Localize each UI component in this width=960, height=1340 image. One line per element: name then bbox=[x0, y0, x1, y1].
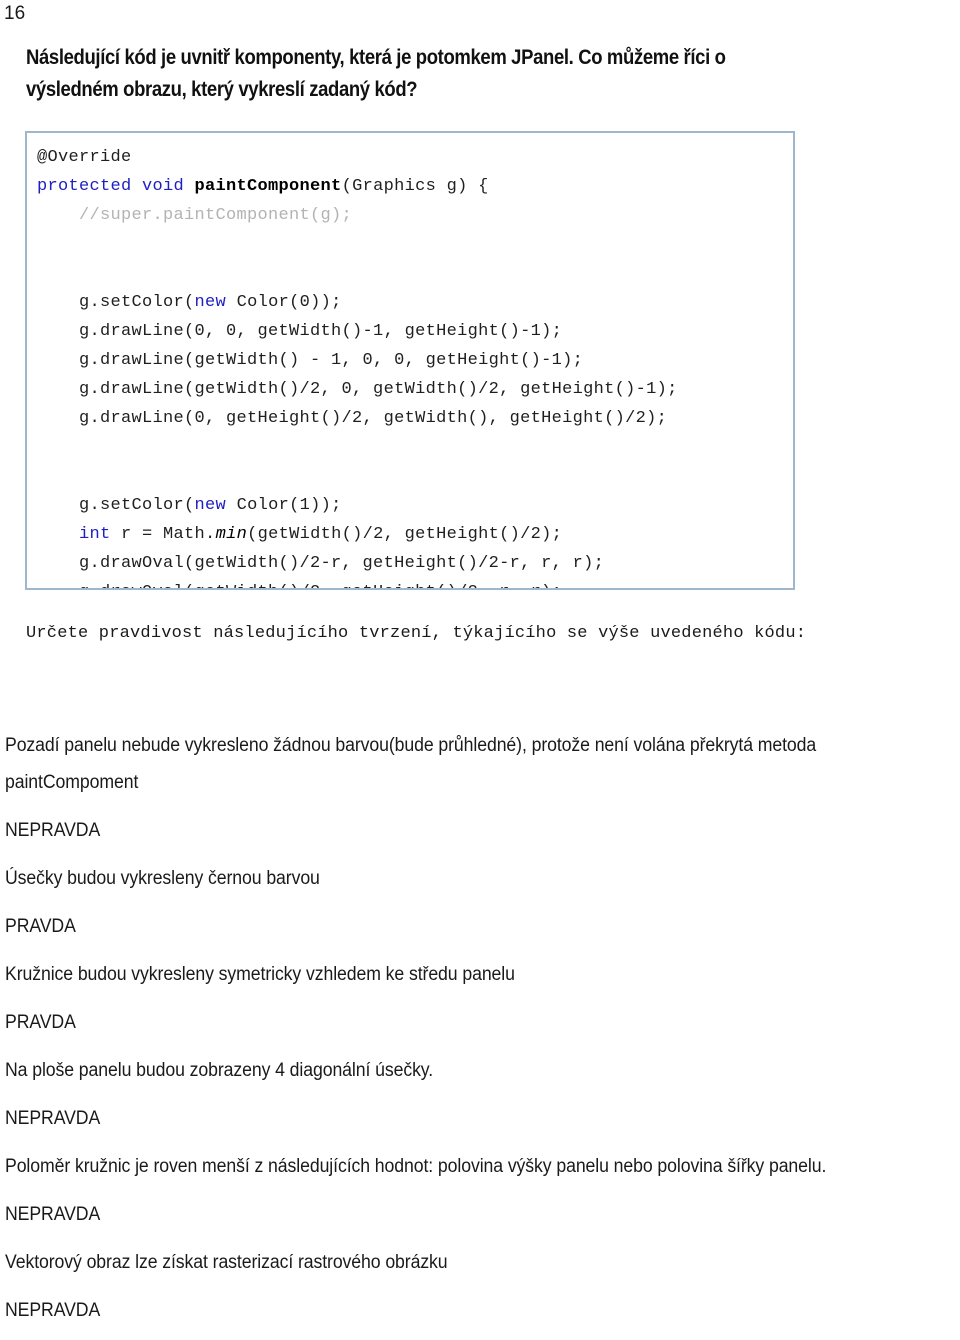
code-line: g.drawLine(getWidth()/2, 0, getWidth()/2… bbox=[37, 375, 793, 404]
code-token: //super.paintComponent(g); bbox=[79, 206, 353, 225]
question-heading: Následující kód je uvnitř komponenty, kt… bbox=[26, 46, 726, 101]
code-token: int bbox=[79, 525, 111, 544]
code-line: protected void paintComponent(Graphics g… bbox=[37, 172, 793, 201]
code-token: g.drawLine(getWidth()/2, 0, getWidth()/2… bbox=[79, 380, 678, 399]
statement-list: Pozadí panelu nebude vykresleno žádnou b… bbox=[5, 727, 955, 1340]
code-token: Color(1)); bbox=[226, 496, 342, 515]
code-token: g.setColor( bbox=[79, 293, 195, 312]
code-line: g.setColor(new Color(0)); bbox=[37, 288, 793, 317]
code-token: g.drawLine(0, 0, getWidth()-1, getHeight… bbox=[79, 322, 563, 341]
code-token: g.drawOval(getWidth()/2-r, getHeight()/2… bbox=[79, 554, 605, 573]
statement-text: Vektorový obraz lze získat rasterizací r… bbox=[5, 1252, 448, 1273]
code-token: @Override bbox=[37, 148, 132, 167]
statement-text: Úsečky budou vykresleny černou barvou bbox=[5, 868, 320, 889]
code-line: g.drawOval(getWidth()/2-r, getHeight()/2… bbox=[37, 549, 793, 578]
statement-text: Poloměr kružnic je roven menší z následu… bbox=[5, 1156, 827, 1177]
code-token: paintComponent bbox=[194, 177, 342, 196]
code-block: @Override protected void paintComponent(G… bbox=[25, 131, 795, 590]
code-token: g.drawOval(getWidth()/2, getHeight()/2, … bbox=[79, 583, 562, 588]
code-token: (Graphics g) { bbox=[341, 177, 489, 196]
code-line: g.drawLine(0, 0, getWidth()-1, getHeight… bbox=[37, 317, 793, 346]
page-number: 16 bbox=[4, 3, 26, 24]
statement-answer: PRAVDA bbox=[5, 916, 76, 937]
code-token: g.drawLine(0, getHeight()/2, getWidth(),… bbox=[79, 409, 668, 428]
code-token: Color(0)); bbox=[226, 293, 342, 312]
code-listing: @Override protected void paintComponent(G… bbox=[27, 143, 793, 588]
code-line: //super.paintComponent(g); bbox=[37, 201, 793, 230]
statement-text: Pozadí panelu nebude vykresleno žádnou b… bbox=[5, 735, 817, 793]
code-token: min bbox=[215, 525, 248, 544]
code-token: (getWidth()/2, getHeight()/2); bbox=[247, 525, 563, 544]
code-token: new bbox=[194, 496, 227, 515]
statement-answer: NEPRAVDA bbox=[5, 1108, 101, 1129]
code-line: int r = Math.min(getWidth()/2, getHeight… bbox=[37, 520, 793, 549]
code-token: new bbox=[194, 293, 227, 312]
code-token: g.drawLine(getWidth() - 1, 0, 0, getHeig… bbox=[79, 351, 584, 370]
code-line: g.drawLine(getWidth() - 1, 0, 0, getHeig… bbox=[37, 346, 793, 375]
instruction-text: Určete pravdivost následujícího tvrzení,… bbox=[26, 624, 807, 643]
code-token: g.setColor( bbox=[79, 496, 195, 515]
statement-answer: PRAVDA bbox=[5, 1012, 76, 1033]
code-line: g.setColor(new Color(1)); bbox=[37, 491, 793, 520]
statement-answer: NEPRAVDA bbox=[5, 1300, 101, 1321]
statement-text: Kružnice budou vykresleny symetricky vzh… bbox=[5, 964, 515, 985]
code-line: g.drawOval(getWidth()/2, getHeight()/2, … bbox=[37, 578, 793, 588]
code-line: g.drawLine(0, getHeight()/2, getWidth(),… bbox=[37, 404, 793, 433]
statement-answer: NEPRAVDA bbox=[5, 820, 101, 841]
code-token: r = Math. bbox=[110, 525, 216, 544]
statement-answer: NEPRAVDA bbox=[5, 1204, 101, 1225]
statement-text: Na ploše panelu budou zobrazeny 4 diagon… bbox=[5, 1060, 434, 1081]
code-line: @Override bbox=[37, 143, 793, 172]
code-token: protected void bbox=[37, 177, 195, 196]
